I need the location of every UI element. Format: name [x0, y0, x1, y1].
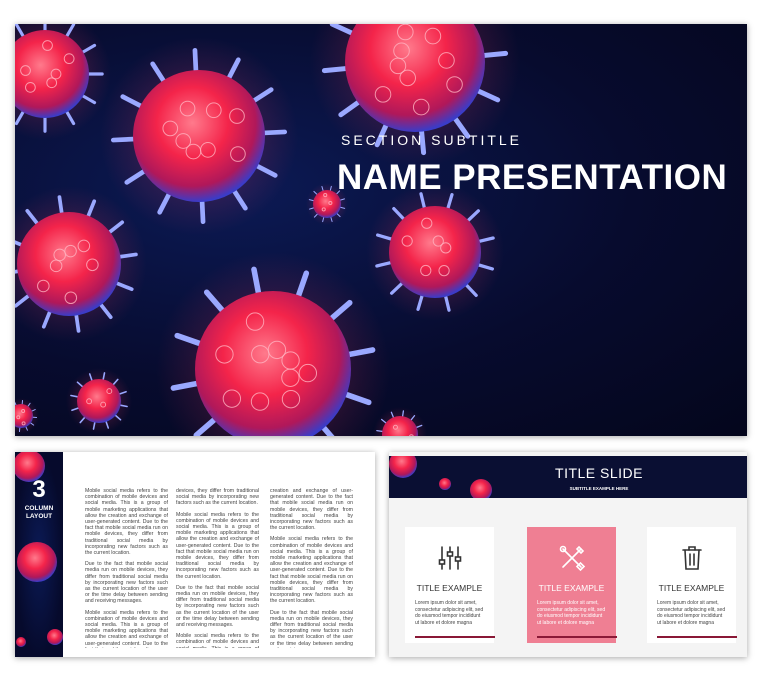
card-title: TITLE EXAMPLE	[538, 583, 605, 593]
title-slide-header: TITLE SLIDE SUBTITLE EXAMPLE HERE	[389, 456, 747, 498]
sliders-icon	[438, 546, 462, 570]
paragraph: Mobile social media refers to the combin…	[270, 536, 353, 605]
layout-caption-line1: COLUMN	[24, 505, 54, 512]
trash-icon	[682, 546, 702, 570]
presentation-title: NAME PRESENTATION	[337, 158, 728, 197]
paragraph: Due to the fact that mobile social media…	[176, 584, 259, 629]
paragraph: creation and exchange of user-generated …	[270, 488, 353, 532]
text-column-3: creation and exchange of user-generated …	[270, 488, 353, 648]
section-subtitle: SECTION SUBTITLE	[341, 132, 523, 148]
virus-particle	[133, 70, 265, 202]
paragraph: devices, they differ from traditional so…	[176, 488, 259, 507]
card-text: Lorem ipsum dolor sit amet, consectetur …	[415, 600, 484, 626]
card-title: TITLE EXAMPLE	[658, 583, 725, 593]
feature-card-1: TITLE EXAMPLE Lorem ipsum dolor sit amet…	[405, 527, 495, 643]
paragraph: Mobile social media refers to the combin…	[85, 609, 168, 648]
paragraph: Mobile social media refers to the combin…	[85, 488, 168, 557]
card-text: Lorem ipsum dolor sit amet, consectetur …	[537, 600, 606, 626]
feature-card-3: TITLE EXAMPLE Lorem ipsum dolor sit amet…	[647, 527, 737, 643]
title-slide-subheading: SUBTITLE EXAMPLE HERE	[569, 486, 629, 491]
paragraph: Mobile social media refers to the combin…	[176, 633, 259, 648]
card-text: Lorem ipsum dolor sit amet, consectetur …	[657, 600, 726, 626]
layout-number: 3	[32, 476, 46, 503]
virus-particle	[77, 379, 121, 423]
virus-illustration	[15, 24, 520, 436]
text-column-1: Mobile social media refers to the combin…	[85, 488, 168, 648]
title-slide-thumbnail[interactable]: TITLE SLIDE SUBTITLE EXAMPLE HERE TITLE …	[389, 452, 747, 657]
column-layout-label: 3 COLUMN LAYOUT	[15, 478, 63, 521]
paragraph: Due to the fact that mobile social media…	[270, 609, 353, 648]
three-column-slide-thumbnail[interactable]: 3 COLUMN LAYOUT Mobile social media refe…	[15, 452, 375, 657]
text-column-2: devices, they differ from traditional so…	[176, 488, 259, 648]
card-underline	[657, 636, 737, 638]
card-title: TITLE EXAMPLE	[416, 583, 483, 593]
card-underline	[537, 636, 617, 638]
paragraph: Due to the fact that mobile social media…	[85, 561, 168, 605]
feature-card-2: TITLE EXAMPLE Lorem ipsum dolor sit amet…	[527, 527, 617, 643]
layout-caption-line2: LAYOUT	[25, 513, 53, 520]
virus-particle	[17, 212, 121, 316]
title-slide-heading: TITLE SLIDE	[555, 465, 643, 481]
paragraph: Mobile social media refers to the combin…	[176, 511, 259, 580]
main-title-block: SECTION SUBTITLE NAME PRESENTATION	[337, 132, 742, 198]
side-image-strip: 3 COLUMN LAYOUT	[15, 452, 63, 657]
virus-particle	[389, 206, 481, 298]
card-underline	[415, 636, 495, 638]
tools-icon	[559, 545, 586, 572]
main-slide-thumbnail[interactable]: SECTION SUBTITLE NAME PRESENTATION	[15, 24, 747, 436]
